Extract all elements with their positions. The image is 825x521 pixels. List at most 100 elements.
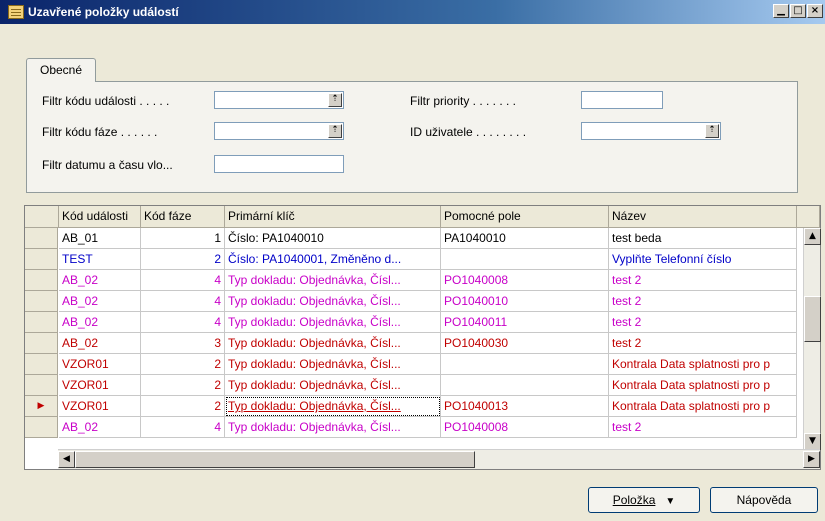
cell-name[interactable]: test 2 [609, 333, 797, 354]
cell-aux-field[interactable]: PA1040010 [441, 228, 609, 249]
cell-primary-key[interactable]: Typ dokladu: Objednávka, Čísl... [225, 270, 441, 291]
phase-code-filter-input[interactable]: ⇡ [214, 122, 344, 140]
cell-name[interactable]: test 2 [609, 291, 797, 312]
row-selector[interactable] [25, 312, 58, 333]
user-id-filter-input[interactable]: ⇡ [581, 122, 721, 140]
row-selector[interactable] [25, 270, 58, 291]
event-code-lookup-button[interactable]: ⇡ [328, 93, 342, 107]
row-selector[interactable] [25, 228, 58, 249]
table-row[interactable]: AB_01 1 Číslo: PA1040010 PA1040010 test beda [25, 228, 797, 249]
help-button[interactable]: Nápověda [710, 487, 818, 513]
cell-phase-code[interactable]: 2 [141, 396, 225, 417]
cell-primary-key[interactable]: Číslo: PA1040001, Změněno d... [225, 249, 441, 270]
cell-aux-field[interactable]: PO1040030 [441, 333, 609, 354]
table-row[interactable]: VZOR01 2 Typ dokladu: Objednávka, Čísl... K… [25, 354, 797, 375]
cell-phase-code[interactable]: 4 [141, 270, 225, 291]
close-button[interactable]: × [807, 4, 823, 18]
table-row[interactable]: ▶ VZOR01 2 Typ dokladu: Objednávka, Čísl...… [25, 396, 797, 417]
entries-grid[interactable]: Kód události Kód fáze Primární klíč Pomo… [24, 205, 821, 470]
cell-name[interactable]: test beda [609, 228, 797, 249]
row-selector[interactable] [25, 375, 58, 396]
cell-event-code[interactable]: TEST [59, 249, 141, 270]
priority-filter-input[interactable] [581, 91, 663, 109]
cell-phase-code[interactable]: 3 [141, 333, 225, 354]
scroll-up-button[interactable]: ▲ [804, 228, 821, 245]
scroll-left-button[interactable]: ◀ [58, 451, 75, 468]
cell-aux-field[interactable] [441, 354, 609, 375]
vertical-scrollbar[interactable]: ▲ ▼ [803, 228, 821, 450]
cell-event-code[interactable]: VZOR01 [59, 396, 141, 417]
cell-event-code[interactable]: AB_01 [59, 228, 141, 249]
table-row[interactable]: AB_02 4 Typ dokladu: Objednávka, Čísl... PO… [25, 270, 797, 291]
cell-primary-key[interactable]: Typ dokladu: Objednávka, Čísl... [225, 354, 441, 375]
column-header-name[interactable]: Název [609, 206, 797, 228]
scroll-down-button[interactable]: ▼ [804, 433, 821, 450]
cell-phase-code[interactable]: 2 [141, 354, 225, 375]
event-code-filter-input[interactable]: ⇡ [214, 91, 344, 109]
cell-aux-field[interactable]: PO1040011 [441, 312, 609, 333]
scroll-right-button[interactable]: ▶ [803, 451, 820, 468]
cell-name[interactable]: test 2 [609, 312, 797, 333]
cell-phase-code[interactable]: 4 [141, 312, 225, 333]
item-menu-button[interactable]: Položka ▼ [588, 487, 700, 513]
horizontal-scroll-thumb[interactable] [75, 451, 475, 468]
cell-primary-key[interactable]: Typ dokladu: Objednávka, Čísl... [225, 396, 441, 417]
cell-name[interactable]: Kontrala Data splatnosti pro p [609, 354, 797, 375]
cell-primary-key[interactable]: Typ dokladu: Objednávka, Čísl... [225, 417, 441, 438]
row-selector[interactable] [25, 291, 58, 312]
cell-aux-field[interactable]: PO1040013 [441, 396, 609, 417]
datetime-filter-label: Filtr datumu a času vlo... [42, 158, 173, 172]
vertical-scroll-thumb[interactable] [804, 296, 821, 342]
tab-general[interactable]: Obecné [26, 58, 96, 82]
phase-code-lookup-button[interactable]: ⇡ [328, 124, 342, 138]
cell-primary-key[interactable]: Typ dokladu: Objednávka, Čísl... [225, 312, 441, 333]
row-selector[interactable] [25, 354, 58, 375]
maximize-button[interactable]: □ [790, 4, 806, 18]
column-header-primary-key[interactable]: Primární klíč [225, 206, 441, 228]
cell-event-code[interactable]: AB_02 [59, 312, 141, 333]
column-header-aux-field[interactable]: Pomocné pole [441, 206, 609, 228]
table-row[interactable]: AB_02 3 Typ dokladu: Objednávka, Čísl... PO… [25, 333, 797, 354]
cell-primary-key[interactable]: Číslo: PA1040010 [225, 228, 441, 249]
column-header-event-code[interactable]: Kód události [59, 206, 141, 228]
table-row[interactable]: AB_02 4 Typ dokladu: Objednávka, Čísl... PO… [25, 291, 797, 312]
cell-phase-code[interactable]: 4 [141, 291, 225, 312]
cell-phase-code[interactable]: 2 [141, 375, 225, 396]
cell-aux-field[interactable]: PO1040010 [441, 291, 609, 312]
cell-event-code[interactable]: AB_02 [59, 291, 141, 312]
cell-primary-key[interactable]: Typ dokladu: Objednávka, Čísl... [225, 291, 441, 312]
minimize-button[interactable]: ▁ [773, 4, 789, 18]
row-selector[interactable]: ▶ [25, 396, 58, 417]
row-selector[interactable] [25, 249, 58, 270]
cell-name[interactable]: Kontrala Data splatnosti pro p [609, 375, 797, 396]
cell-name[interactable]: Vyplňte Telefonní číslo [609, 249, 797, 270]
cell-event-code[interactable]: AB_02 [59, 270, 141, 291]
row-selector[interactable] [25, 333, 58, 354]
cell-phase-code[interactable]: 4 [141, 417, 225, 438]
cell-aux-field[interactable] [441, 249, 609, 270]
table-row[interactable]: TEST 2 Číslo: PA1040001, Změněno d... Vyplň… [25, 249, 797, 270]
cell-event-code[interactable]: AB_02 [59, 333, 141, 354]
cell-aux-field[interactable]: PO1040008 [441, 417, 609, 438]
cell-phase-code[interactable]: 2 [141, 249, 225, 270]
cell-name[interactable]: test 2 [609, 417, 797, 438]
cell-event-code[interactable]: VZOR01 [59, 375, 141, 396]
table-row[interactable]: VZOR01 2 Typ dokladu: Objednávka, Čísl... K… [25, 375, 797, 396]
user-id-lookup-button[interactable]: ⇡ [705, 124, 719, 138]
cell-event-code[interactable]: VZOR01 [59, 354, 141, 375]
cell-name[interactable]: test 2 [609, 270, 797, 291]
column-header-phase-code[interactable]: Kód fáze [141, 206, 225, 228]
cell-name[interactable]: Kontrala Data splatnosti pro p [609, 396, 797, 417]
table-row[interactable]: AB_02 4 Typ dokladu: Objednávka, Čísl... PO… [25, 417, 797, 438]
table-row[interactable]: AB_02 4 Typ dokladu: Objednávka, Čísl... PO… [25, 312, 797, 333]
cell-primary-key[interactable]: Typ dokladu: Objednávka, Čísl... [225, 333, 441, 354]
cell-aux-field[interactable] [441, 375, 609, 396]
cell-aux-field[interactable]: PO1040008 [441, 270, 609, 291]
cell-event-code[interactable]: AB_02 [59, 417, 141, 438]
horizontal-scrollbar[interactable]: ◀ ▶ [58, 449, 820, 469]
cell-primary-key[interactable]: Typ dokladu: Objednávka, Čísl... [225, 375, 441, 396]
row-selector[interactable] [25, 417, 58, 438]
title-bar[interactable]: Uzavřené položky událostí ▁ □ × [0, 0, 825, 24]
datetime-filter-input[interactable] [214, 155, 344, 173]
cell-phase-code[interactable]: 1 [141, 228, 225, 249]
